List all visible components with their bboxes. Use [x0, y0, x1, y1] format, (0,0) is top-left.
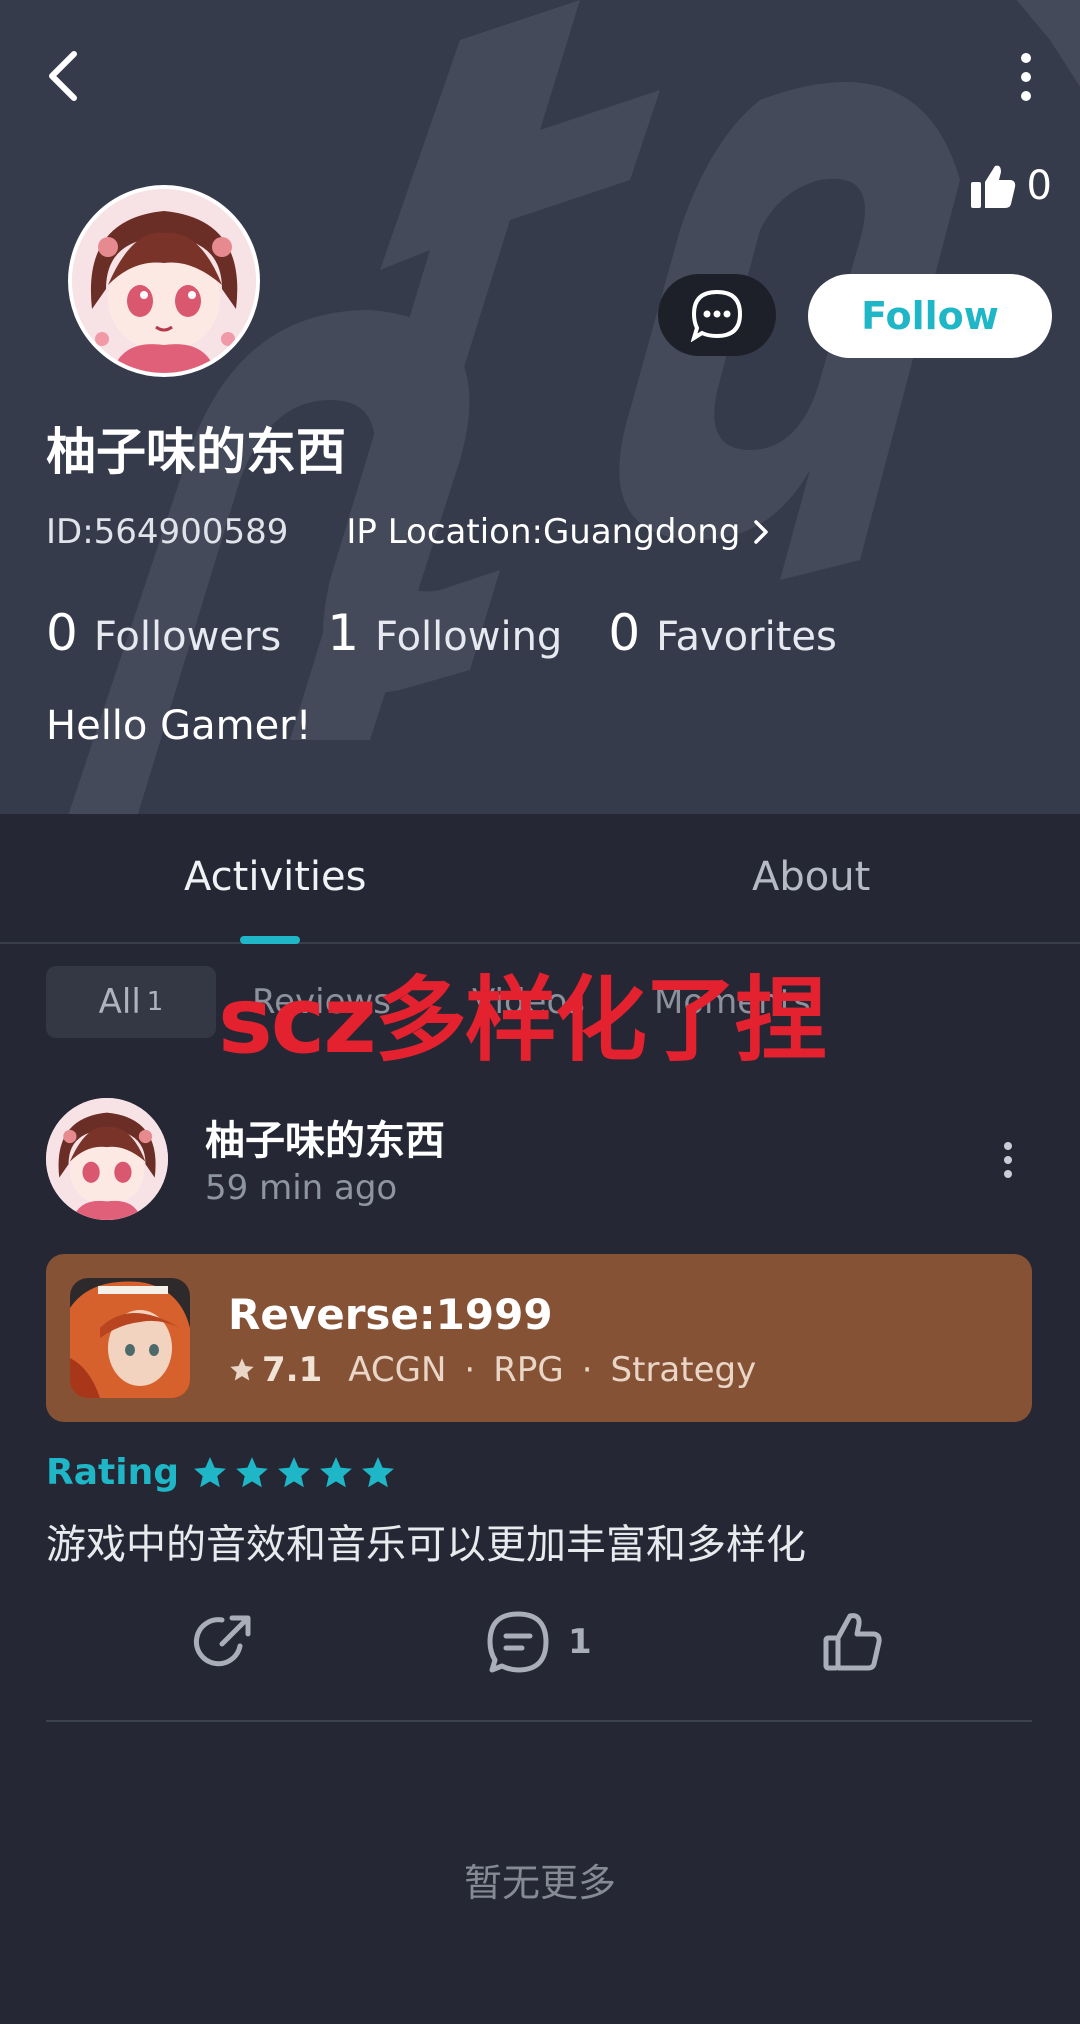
star-icon: [320, 1456, 352, 1487]
tag-separator: ·: [464, 1350, 476, 1390]
chat-bubble-icon: [690, 289, 743, 342]
star-icon: [236, 1456, 268, 1487]
profile-bio: Hello Gamer!: [46, 703, 312, 749]
game-icon: [70, 1278, 190, 1398]
game-icon-art: [70, 1278, 190, 1398]
avatar-image: [72, 189, 256, 373]
tab-indicator: [240, 936, 300, 944]
ip-location-link[interactable]: IP Location:Guangdong: [346, 512, 774, 552]
profile-tabs: Activities About: [0, 814, 1080, 944]
game-tag: RPG: [493, 1350, 564, 1390]
stat-count: 1: [327, 604, 359, 662]
post-divider: [46, 1720, 1032, 1722]
back-arrow-icon[interactable]: [40, 46, 90, 106]
star-icon: [362, 1456, 394, 1487]
profile-like-count: 0: [1026, 163, 1052, 209]
like-icon: [823, 1613, 882, 1671]
stat-favorites[interactable]: 0 Favorites: [608, 604, 837, 662]
more-vertical-icon[interactable]: [1016, 52, 1036, 102]
post-author-avatar[interactable]: [46, 1098, 168, 1220]
game-score: 7.1: [262, 1350, 323, 1390]
stat-label: Followers: [93, 614, 282, 660]
stat-label: Favorites: [656, 614, 837, 660]
filter-all[interactable]: All 1: [46, 966, 216, 1038]
game-title: Reverse:1999: [228, 1290, 553, 1339]
post-author-name[interactable]: 柚子味的东西: [205, 1108, 445, 1166]
tag-separator: ·: [581, 1350, 593, 1390]
stat-followers[interactable]: 0 Followers: [46, 604, 281, 662]
comment-count: 1: [568, 1622, 592, 1662]
star-icon: [194, 1456, 226, 1487]
game-tag: ACGN: [348, 1350, 447, 1390]
post-timestamp: 59 min ago: [205, 1168, 398, 1208]
message-button[interactable]: [658, 274, 776, 356]
stat-following[interactable]: 1 Following: [327, 604, 562, 662]
tab-about[interactable]: About: [752, 854, 870, 900]
share-icon: [193, 1615, 251, 1667]
profile-meta: ID:564900589 IP Location:Guangdong: [46, 512, 774, 552]
game-tag: Strategy: [610, 1350, 757, 1390]
user-id: ID:564900589: [46, 512, 289, 552]
filter-all-label: All: [98, 982, 141, 1022]
ip-location-text: IP Location:Guangdong: [346, 512, 741, 552]
comment-button[interactable]: 1: [486, 1610, 592, 1674]
star-icon: [278, 1456, 310, 1487]
chevron-right-icon: [754, 520, 769, 544]
star-icon: [230, 1358, 254, 1381]
overlay-caption: scz多样化了捏: [218, 967, 827, 1074]
watermark-logo: [68, 0, 1080, 814]
stat-count: 0: [608, 604, 641, 662]
like-button[interactable]: [820, 1610, 884, 1674]
post-more-icon[interactable]: [1000, 1140, 1016, 1180]
thumbs-up-icon: [970, 165, 1015, 208]
profile-header: 0 Follow 柚子味的东西 ID:564900589 IP Location…: [0, 0, 1080, 814]
stat-count: 0: [46, 604, 78, 662]
follow-button[interactable]: Follow: [808, 274, 1052, 358]
tab-activities[interactable]: Activities: [184, 854, 366, 900]
rating-row: Rating: [46, 1452, 401, 1493]
avatar[interactable]: [68, 185, 260, 377]
game-meta: 7.1 ACGN · RPG · Strategy: [228, 1350, 756, 1390]
avatar-image: [46, 1098, 168, 1220]
activity-filters: All 1: [46, 966, 216, 1038]
profile-stats: 0 Followers 1 Following 0 Favorites: [46, 604, 883, 662]
profile-username: 柚子味的东西: [46, 423, 346, 481]
profile-like-total[interactable]: 0: [969, 162, 1052, 210]
rating-label: Rating: [46, 1452, 179, 1493]
review-text[interactable]: 游戏中的音效和音乐可以更加丰富和多样化: [46, 1512, 806, 1570]
comment-icon: [487, 1611, 549, 1673]
stat-label: Following: [375, 614, 563, 660]
no-more-text: 暂无更多: [463, 1861, 616, 1905]
game-card[interactable]: Reverse:1999 7.1 ACGN · RPG · Strategy: [46, 1254, 1032, 1422]
share-button[interactable]: [192, 1610, 256, 1674]
filter-all-count: 1: [146, 987, 164, 1017]
